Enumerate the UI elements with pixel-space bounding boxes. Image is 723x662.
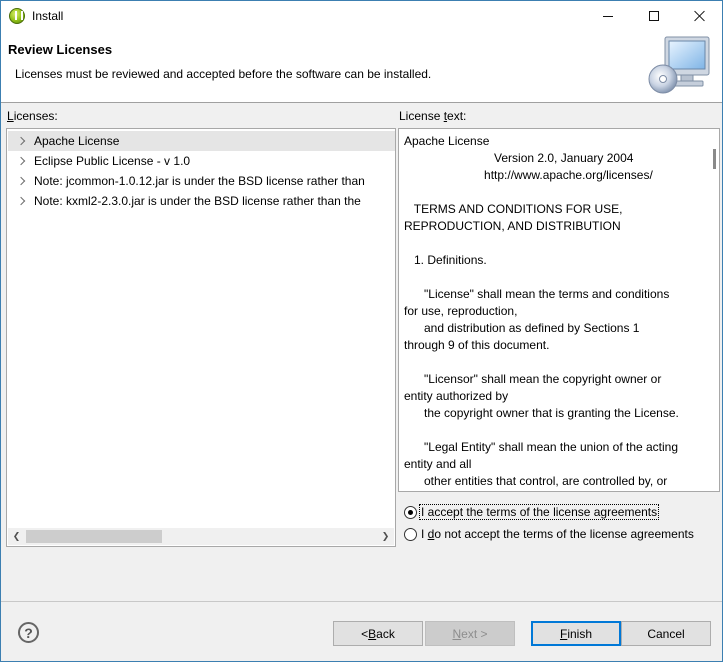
minimize-icon [603,15,613,17]
eclipse-icon [9,8,25,24]
page-title: Review Licenses [8,42,113,57]
maximize-icon [649,11,659,21]
title-bar: Install [1,1,722,31]
horizontal-scrollbar[interactable]: ❮ ❯ [8,528,394,545]
tree-item-apache-license[interactable]: Apache License [8,131,395,151]
tree-item-jcommon-note[interactable]: Note: jcommon-1.0.12.jar is under the BS… [8,171,395,191]
help-icon[interactable]: ? [18,622,39,643]
minimize-button[interactable] [585,1,631,31]
licenses-label: Licenses: [7,109,58,123]
back-button[interactable]: < Back [333,621,423,646]
vertical-scrollbar[interactable] [711,129,719,491]
scroll-left-icon[interactable]: ❮ [8,528,25,545]
tree-item-eclipse-public-license[interactable]: Eclipse Public License - v 1.0 [8,151,395,171]
page-description: Licenses must be reviewed and accepted b… [15,67,432,81]
accept-radio-label[interactable]: I accept the terms of the license agreem… [418,504,660,520]
tree-item-kxml2-note[interactable]: Note: kxml2-2.3.0.jar is under the BSD l… [8,191,395,211]
radio-unchecked-icon[interactable] [404,528,417,541]
chevron-right-icon[interactable] [16,196,26,206]
chevron-right-icon[interactable] [16,156,26,166]
finish-button[interactable]: Finish [531,621,621,646]
chevron-right-icon[interactable] [16,136,26,146]
licenses-tree[interactable]: Apache License Eclipse Public License - … [6,128,396,547]
footer-divider [1,601,722,602]
install-dialog: Install Review Licenses Licenses must be… [0,0,723,662]
close-button[interactable] [677,1,723,31]
radio-checked-icon[interactable] [404,506,417,519]
next-button[interactable]: Next > [425,621,515,646]
cancel-button[interactable]: Cancel [621,621,711,646]
license-text-area[interactable]: Apache License Version 2.0, January 2004… [398,128,720,492]
reject-radio-label[interactable]: I do not accept the terms of the license… [420,527,695,541]
scrollbar-thumb[interactable] [26,530,162,543]
install-computer-icon [648,36,710,94]
window-title: Install [32,9,64,23]
scroll-right-icon[interactable]: ❯ [377,528,394,545]
chevron-right-icon[interactable] [16,176,26,186]
license-text-label: License text: [399,109,467,123]
maximize-button[interactable] [631,1,677,31]
scrollbar-thumb[interactable] [713,149,716,169]
close-icon [694,10,706,22]
wizard-header: Review Licenses Licenses must be reviewe… [1,31,722,103]
license-text-content: Apache License Version 2.0, January 2004… [404,134,679,488]
